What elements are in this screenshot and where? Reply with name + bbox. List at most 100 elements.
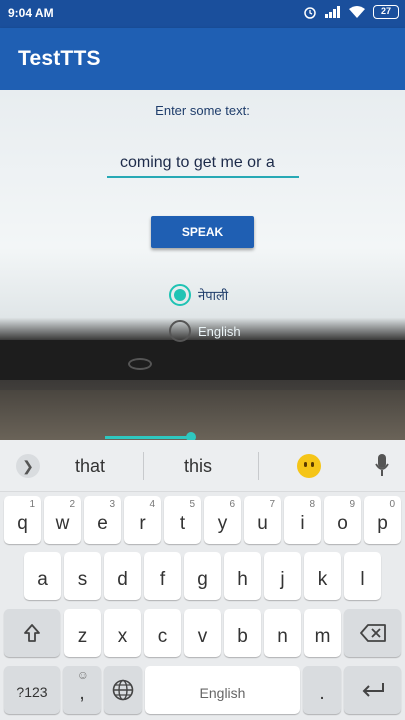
language-key[interactable] [104, 666, 142, 714]
globe-icon [112, 679, 134, 701]
key-label: s [77, 569, 88, 590]
radio-button-nepali[interactable] [169, 284, 191, 306]
key-s[interactable]: s [64, 552, 101, 600]
key-label: v [197, 626, 208, 647]
radio-label-nepali: नेपाली [198, 288, 229, 303]
key-hint-5: 5 [189, 499, 195, 510]
key-hint-6: 6 [229, 499, 235, 510]
key-label: p [377, 513, 388, 534]
app-bar: TestTTS [0, 28, 405, 90]
key-j[interactable]: j [264, 552, 301, 600]
key-c[interactable]: c [144, 609, 181, 657]
suggestion-this[interactable]: this [184, 456, 212, 477]
speak-button[interactable]: SPEAK [151, 216, 254, 248]
space-key[interactable]: English [145, 666, 300, 714]
key-label: g [197, 569, 208, 590]
key-hint-2: 2 [69, 499, 75, 510]
key-label: r [139, 513, 146, 534]
key-label: k [317, 569, 328, 590]
comma-key[interactable]: ☺ , [63, 666, 101, 714]
radio-label-english: English [198, 323, 241, 339]
background-shelf [0, 390, 405, 440]
key-f[interactable]: f [144, 552, 181, 600]
suggestion-divider [143, 452, 144, 480]
radio-nepali[interactable]: नेपाली [169, 284, 228, 306]
wifi-icon [349, 6, 365, 18]
radio-button-english[interactable] [169, 320, 191, 342]
radio-english[interactable]: English [169, 320, 241, 342]
key-k[interactable]: k [304, 552, 341, 600]
key-hint-0: 0 [389, 499, 395, 510]
prompt-label: Enter some text: [155, 103, 250, 118]
key-label: e [97, 513, 108, 534]
key-hint-7: 7 [269, 499, 275, 510]
chevron-right-icon[interactable]: ❯ [16, 454, 40, 478]
suggestion-divider [258, 452, 259, 480]
key-hint-9: 9 [349, 499, 355, 510]
key-p[interactable]: 0p [364, 496, 401, 544]
space-key-label: English [199, 685, 246, 701]
key-n[interactable]: n [264, 609, 301, 657]
suggestion-bar: ❯ that this [0, 440, 405, 492]
key-x[interactable]: x [104, 609, 141, 657]
app-title: TestTTS [18, 47, 101, 70]
comma-key-label: , [79, 683, 85, 704]
background-tv-logo [128, 358, 152, 370]
alarm-icon [304, 7, 316, 19]
text-input[interactable]: coming to get me or a [107, 152, 299, 178]
emoji-icon[interactable] [297, 454, 321, 478]
key-label: c [157, 626, 168, 647]
key-label: i [300, 513, 305, 534]
key-label: h [237, 569, 248, 590]
key-label: n [277, 626, 288, 647]
enter-icon [362, 683, 384, 697]
key-m[interactable]: m [304, 609, 341, 657]
status-time: 9:04 AM [8, 6, 54, 20]
key-r[interactable]: 4r [124, 496, 161, 544]
seek-thumb[interactable] [186, 432, 196, 440]
soft-keyboard: ❯ that this 1q2w3e4r5t6y7u8i9o0p asdfghj… [0, 440, 405, 720]
key-q[interactable]: 1q [4, 496, 41, 544]
key-v[interactable]: v [184, 609, 221, 657]
key-z[interactable]: z [64, 609, 101, 657]
key-label: z [77, 626, 88, 647]
signal-icon [325, 6, 340, 18]
key-hint-3: 3 [109, 499, 115, 510]
key-label: t [179, 513, 186, 534]
symbols-key[interactable]: ?123 [4, 666, 60, 714]
key-label: w [55, 513, 70, 534]
key-w[interactable]: 2w [44, 496, 81, 544]
period-key[interactable]: . [303, 666, 341, 714]
key-i[interactable]: 8i [284, 496, 321, 544]
status-icons: 27 [303, 5, 399, 19]
key-label: f [159, 569, 166, 590]
key-label: u [257, 513, 268, 534]
mic-icon[interactable] [375, 454, 389, 478]
key-o[interactable]: 9o [324, 496, 361, 544]
shift-key[interactable] [4, 609, 60, 657]
key-t[interactable]: 5t [164, 496, 201, 544]
backspace-key[interactable] [344, 609, 401, 657]
key-hint-4: 4 [149, 499, 155, 510]
key-y[interactable]: 6y [204, 496, 241, 544]
key-label: m [314, 626, 331, 647]
key-h[interactable]: h [224, 552, 261, 600]
seek-bar[interactable] [105, 436, 192, 439]
key-e[interactable]: 3e [84, 496, 121, 544]
suggestion-that[interactable]: that [75, 456, 105, 477]
emoji-hint-icon: ☺ [76, 668, 89, 682]
key-label: o [337, 513, 348, 534]
battery-indicator: 27 [373, 5, 399, 19]
shift-icon [24, 624, 40, 642]
key-label: j [280, 569, 285, 590]
symbols-key-label: ?123 [16, 684, 48, 700]
key-d[interactable]: d [104, 552, 141, 600]
enter-key[interactable] [344, 666, 401, 714]
key-label: y [217, 513, 228, 534]
key-a[interactable]: a [24, 552, 61, 600]
key-u[interactable]: 7u [244, 496, 281, 544]
background-tv-bezel [0, 340, 405, 380]
key-g[interactable]: g [184, 552, 221, 600]
key-l[interactable]: l [344, 552, 381, 600]
key-b[interactable]: b [224, 609, 261, 657]
